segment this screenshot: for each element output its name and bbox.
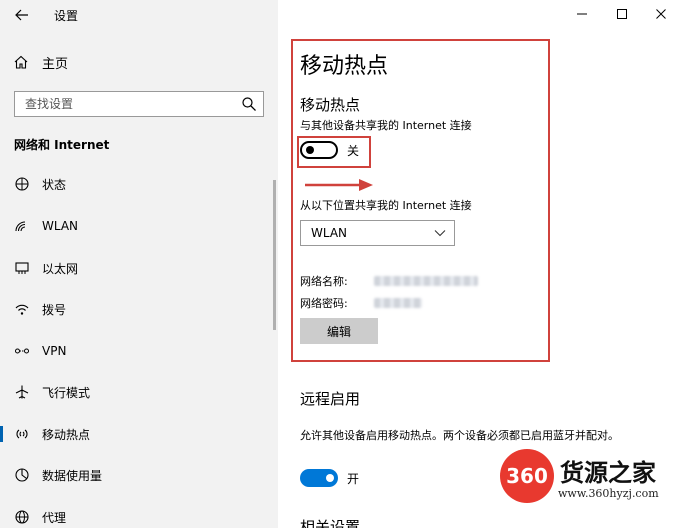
sidebar-item-home[interactable]: 主页 <box>14 52 68 72</box>
page-title: 移动热点 <box>300 54 389 79</box>
network-name-value-blurred <box>374 276 478 286</box>
close-icon <box>656 9 666 19</box>
share-description: 与其他设备共享我的 Internet 连接 <box>300 119 472 132</box>
sidebar-item-label: 代理 <box>42 510 67 525</box>
sidebar: 设置 主页 网络和 Internet 状态 WLAN 以太网 拨号 VPN 飞行… <box>0 0 278 528</box>
search-icon[interactable] <box>241 96 257 112</box>
sidebar-item-status[interactable]: 状态 <box>0 168 278 200</box>
wifi-icon <box>14 218 30 234</box>
back-button[interactable] <box>12 6 32 24</box>
sidebar-item-wlan[interactable]: WLAN <box>0 210 278 242</box>
sidebar-item-proxy[interactable]: 代理 <box>0 501 278 528</box>
sidebar-item-label: 以太网 <box>42 261 79 276</box>
close-button[interactable] <box>651 4 671 24</box>
red-arrow-annotation <box>305 179 373 191</box>
network-name-label: 网络名称: <box>300 275 348 288</box>
maximize-button[interactable] <box>612 4 632 24</box>
sidebar-item-label: 拨号 <box>42 302 67 317</box>
vpn-icon <box>14 343 30 359</box>
share-from-dropdown[interactable]: WLAN <box>300 220 455 246</box>
ethernet-icon <box>14 260 30 276</box>
sidebar-scrollbar[interactable] <box>273 180 276 330</box>
globe-icon <box>14 509 30 525</box>
watermark-badge: 360 <box>500 449 554 503</box>
sidebar-item-label: WLAN <box>42 219 79 233</box>
toggle-knob <box>326 474 334 482</box>
toggle-knob <box>306 146 314 154</box>
edit-button[interactable]: 编辑 <box>300 318 378 344</box>
airplane-icon <box>14 384 30 400</box>
watermark: 360 货源之家 www.360hyzj.com <box>500 449 682 505</box>
hotspot-toggle[interactable] <box>300 141 338 159</box>
sidebar-item-hotspot[interactable]: 移动热点 <box>0 418 278 450</box>
sidebar-section-title: 网络和 Internet <box>14 138 110 152</box>
chevron-down-icon <box>434 230 446 237</box>
minimize-button[interactable] <box>572 4 592 24</box>
remote-enable-title: 远程启用 <box>300 390 361 408</box>
related-settings-title: 相关设置 <box>300 518 361 528</box>
search-input[interactable] <box>15 92 225 116</box>
sidebar-item-vpn[interactable]: VPN <box>0 335 278 367</box>
sidebar-item-ethernet[interactable]: 以太网 <box>0 252 278 284</box>
home-icon <box>14 55 28 69</box>
data-usage-icon <box>14 467 30 483</box>
back-arrow-icon <box>15 9 28 21</box>
hotspot-subtitle: 移动热点 <box>300 96 361 114</box>
remote-enable-toggle[interactable] <box>300 469 338 487</box>
remote-toggle-state: 开 <box>347 472 360 486</box>
sidebar-item-label: 飞行模式 <box>42 385 91 400</box>
network-password-label: 网络密码: <box>300 297 348 310</box>
sidebar-item-data-usage[interactable]: 数据使用量 <box>0 459 278 491</box>
title-bar: 设置 <box>0 0 278 30</box>
sidebar-item-label: 状态 <box>42 177 67 192</box>
maximize-icon <box>617 9 627 19</box>
share-from-label: 从以下位置共享我的 Internet 连接 <box>300 199 472 212</box>
status-icon <box>14 176 30 192</box>
watermark-url: www.360hyzj.com <box>558 487 659 500</box>
minimize-icon <box>577 13 587 15</box>
network-password-value-blurred <box>374 298 422 308</box>
sidebar-item-label: VPN <box>42 344 67 358</box>
sidebar-item-airplane[interactable]: 飞行模式 <box>0 376 278 408</box>
hotspot-toggle-state: 关 <box>347 144 360 158</box>
watermark-brand: 货源之家 <box>560 459 656 487</box>
app-title: 设置 <box>54 9 79 23</box>
share-from-value: WLAN <box>311 226 348 240</box>
search-box[interactable] <box>14 91 264 117</box>
sidebar-item-label: 数据使用量 <box>42 468 103 483</box>
sidebar-item-dialup[interactable]: 拨号 <box>0 293 278 325</box>
remote-enable-description: 允许其他设备启用移动热点。两个设备必须都已启用蓝牙并配对。 <box>300 429 619 442</box>
hotspot-icon <box>14 426 30 442</box>
dialup-icon <box>14 301 30 317</box>
home-label: 主页 <box>42 56 69 72</box>
active-indicator <box>0 426 3 442</box>
sidebar-item-label: 移动热点 <box>42 427 91 442</box>
